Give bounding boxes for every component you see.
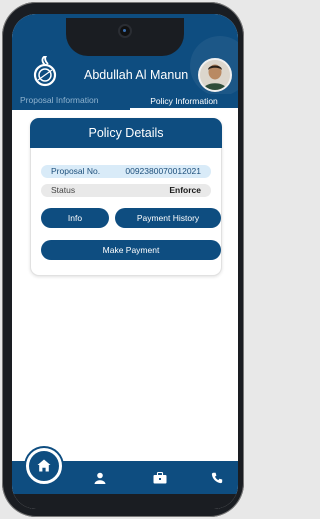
company-logo-icon [33, 56, 57, 87]
payment-history-button[interactable]: Payment History [115, 208, 221, 228]
info-button[interactable]: Info [41, 208, 109, 228]
camera-notch [66, 18, 184, 56]
status-value: Enforce [169, 185, 201, 195]
phone-icon[interactable] [211, 472, 223, 484]
info-tabs: Proposal Information Policy Information [12, 94, 238, 110]
user-photo-icon [200, 60, 230, 90]
card-title: Policy Details [30, 118, 222, 148]
user-icon[interactable] [94, 472, 106, 484]
policy-details-card: Policy Details Proposal No. 009238007001… [30, 118, 222, 276]
home-icon [37, 459, 51, 472]
phone-frame: Abdullah Al Manun Proposal Information P… [2, 2, 244, 517]
proposal-number-value: 0092380070012021 [125, 166, 201, 176]
tab-proposal-information[interactable]: Proposal Information [20, 95, 98, 105]
proposal-number-label: Proposal No. [51, 166, 101, 176]
make-payment-button[interactable]: Make Payment [41, 240, 221, 260]
home-button[interactable] [26, 448, 62, 484]
briefcase-icon[interactable] [153, 472, 167, 484]
proposal-number-row: Proposal No. 0092380070012021 [41, 165, 211, 178]
status-label: Status [51, 185, 76, 195]
tab-policy-information[interactable]: Policy Information [130, 94, 238, 110]
home-indicator-area [12, 494, 238, 509]
app-screen: Abdullah Al Manun Proposal Information P… [12, 14, 238, 509]
status-row: Status Enforce [41, 184, 211, 197]
user-name: Abdullah Al Manun [84, 68, 189, 82]
avatar[interactable] [198, 58, 232, 92]
camera-icon [120, 26, 130, 36]
